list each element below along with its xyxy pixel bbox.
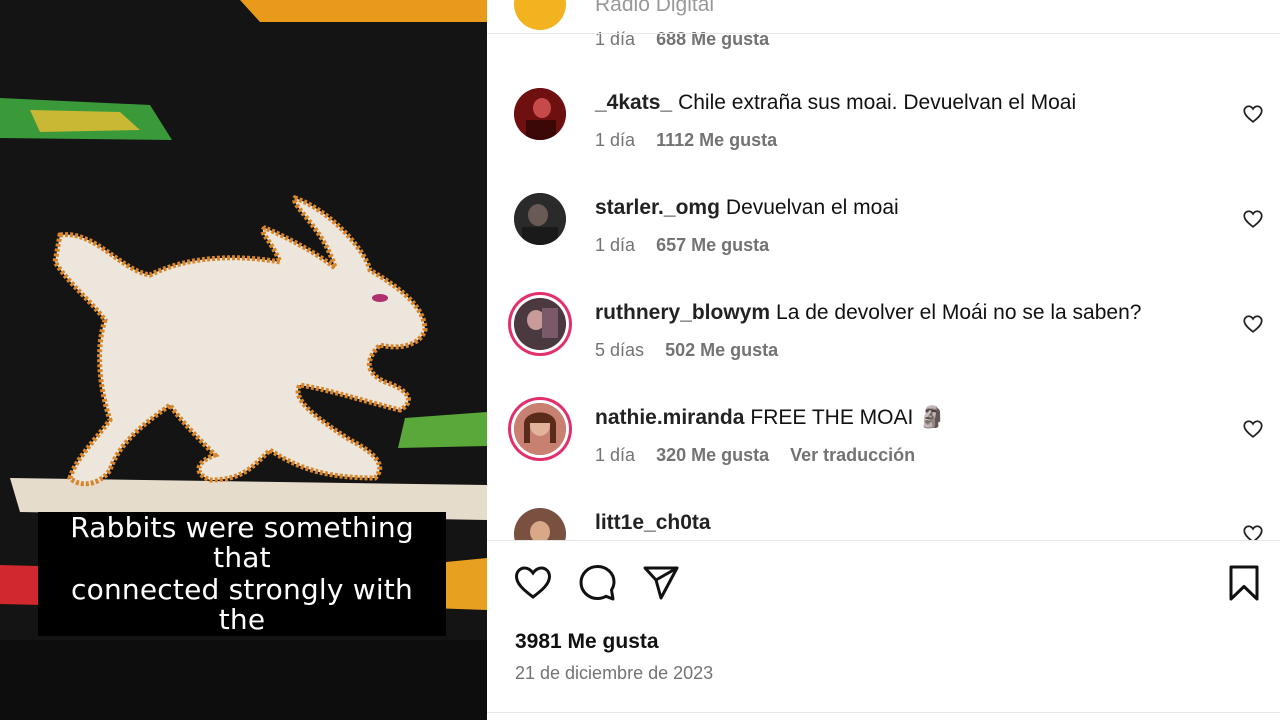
divider [487, 33, 1280, 34]
bookmark-icon[interactable] [1224, 563, 1264, 603]
comment-username[interactable]: _4kats_ [595, 91, 672, 114]
comment-item: starler._omg Devuelvan el moai 1 día 657 … [487, 193, 1280, 283]
comment-item: nathie.miranda FREE THE MOAI 🗿 1 día 320 … [487, 403, 1280, 493]
comment-username[interactable]: nathie.miranda [595, 406, 744, 429]
avatar[interactable] [514, 193, 566, 245]
avatar[interactable] [514, 88, 566, 140]
likes-count[interactable]: 3981 Me gusta [515, 630, 659, 654]
comment-username[interactable]: litt1e_ch0ta [595, 511, 711, 534]
caption-line-2: connected strongly with the [38, 574, 446, 636]
like-comment-heart-icon[interactable] [1242, 523, 1264, 540]
avatar[interactable] [514, 298, 566, 350]
comment-username[interactable]: ruthnery_blowym [595, 301, 770, 324]
share-icon[interactable] [641, 563, 681, 603]
comments-list[interactable]: Radio Digital 1 día 688 Me gusta _4kats_… [487, 0, 1280, 540]
comments-panel: Radio Digital 1 día 688 Me gusta _4kats_… [487, 0, 1280, 720]
video-caption: Rabbits were something that connected st… [38, 512, 446, 636]
comment-username[interactable]: Radio Digital [595, 0, 785, 18]
post-date[interactable]: 21 de diciembre de 2023 [515, 663, 713, 684]
comment-icon[interactable] [577, 563, 617, 603]
comment-item: ruthnery_blowym La de devolver el Moái no… [487, 298, 1280, 388]
like-comment-heart-icon[interactable] [1242, 313, 1264, 335]
post-media[interactable]: Rabbits were something that connected st… [0, 0, 487, 720]
comment-time[interactable]: 1 día [595, 235, 635, 255]
comment-item: litt1e_ch0ta [487, 508, 1280, 540]
comment-likes[interactable]: 502 Me gusta [665, 340, 778, 360]
avatar[interactable] [514, 403, 566, 455]
comment-item-partial: Radio Digital 1 día 688 Me gusta [487, 0, 1280, 49]
avatar[interactable] [514, 508, 566, 540]
avatar[interactable] [514, 0, 566, 30]
comment-text: Devuelvan el moai [725, 196, 899, 219]
like-comment-heart-icon[interactable] [1242, 103, 1264, 125]
comment-likes[interactable]: 1112 Me gusta [656, 130, 777, 150]
comment-time[interactable]: 1 día [595, 29, 635, 49]
comment-time[interactable]: 1 día [595, 130, 635, 150]
comment-likes[interactable]: 320 Me gusta [656, 445, 769, 465]
comment-time[interactable]: 1 día [595, 445, 635, 465]
comment-item: _4kats_ Chile extraña sus moai. Devuelvan… [487, 88, 1280, 178]
comment-likes[interactable]: 688 Me gusta [656, 29, 769, 49]
comment-likes[interactable]: 657 Me gusta [656, 235, 769, 255]
divider [487, 540, 1280, 541]
like-comment-heart-icon[interactable] [1242, 418, 1264, 440]
translate-link[interactable]: Ver traducción [790, 445, 915, 465]
comment-username[interactable]: starler._omg [595, 196, 720, 219]
divider [487, 712, 1280, 713]
like-comment-heart-icon[interactable] [1242, 208, 1264, 230]
comment-text: La de devolver el Moái no se la saben? [776, 301, 1142, 324]
heart-icon[interactable] [513, 563, 553, 603]
comment-text: Chile extraña sus moai. Devuelvan el Moa… [678, 91, 1077, 114]
comment-time[interactable]: 5 días [595, 340, 644, 360]
comment-text: FREE THE MOAI 🗿 [750, 406, 946, 429]
caption-line-1: Rabbits were something that [38, 512, 446, 574]
